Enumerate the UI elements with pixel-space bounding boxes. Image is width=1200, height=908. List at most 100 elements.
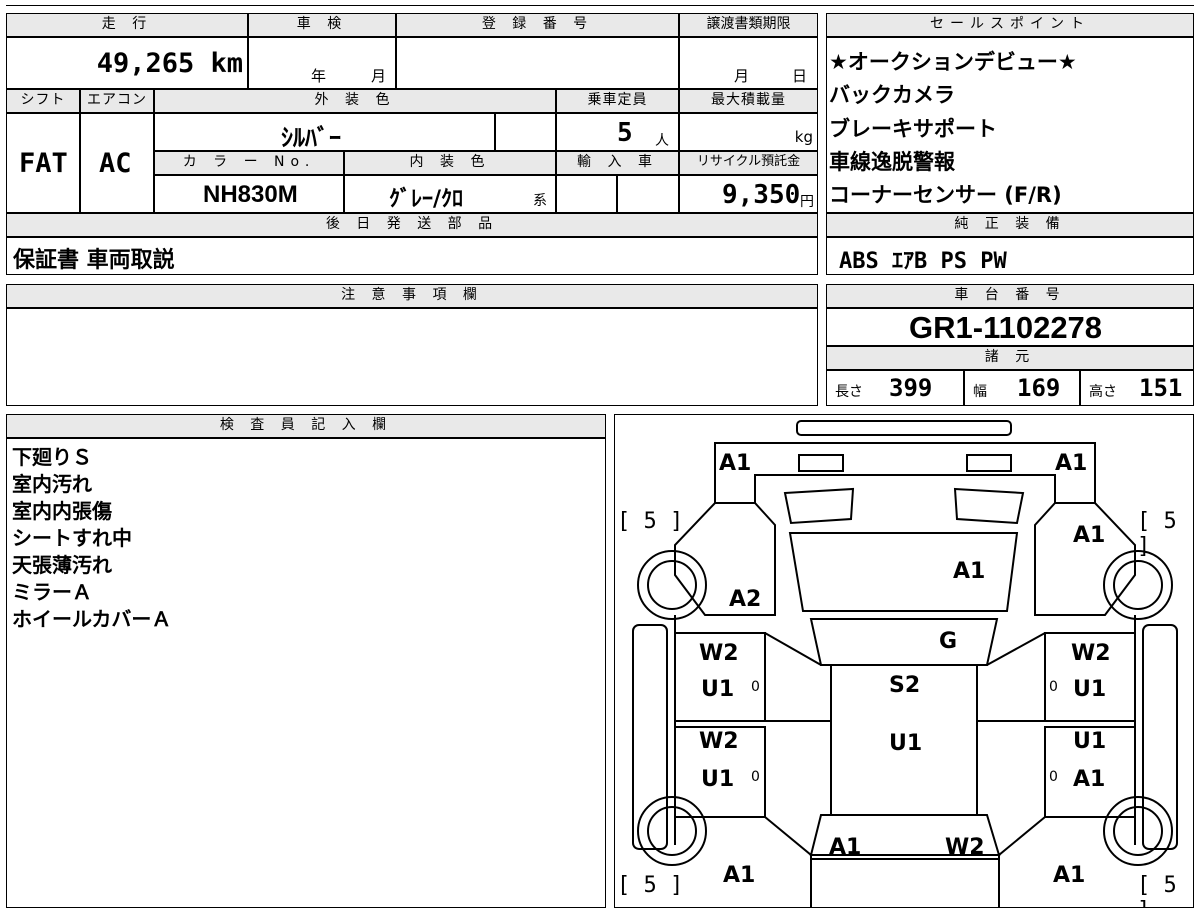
- equipment-header: 純 正 装 備: [826, 213, 1194, 237]
- exterior-color-extra-cell: [495, 113, 556, 151]
- capacity-unit: 人: [655, 133, 669, 149]
- exterior-color-cell: ｼﾙﾊﾞｰ: [154, 113, 495, 152]
- later-parts-value: 保証書 車両取説: [13, 248, 175, 273]
- chassis-header: 車 台 番 号: [826, 284, 1194, 308]
- top-strip: [6, 0, 1194, 6]
- import-cell-2: [617, 175, 679, 213]
- sales-points-box: ★オークションデビュー★ バックカメラ ブレーキサポート 車線逸脱警報 コーナー…: [826, 37, 1194, 213]
- transfer-cell: 月 日: [679, 37, 818, 89]
- recycle-header: リサイクル預託金: [679, 151, 818, 175]
- label-rear-right: W2: [945, 835, 985, 860]
- ac-value: AC: [99, 148, 132, 179]
- sales-point-2: バックカメラ: [829, 83, 955, 107]
- height-value: 151: [1139, 374, 1183, 402]
- transfer-day-label: 日: [792, 67, 808, 85]
- inspector-line-7: ホイールカバーＡ: [12, 607, 172, 631]
- equipment-value: ABS ｴｱB PS PW: [839, 249, 1007, 274]
- length-label: 長さ: [835, 384, 863, 400]
- sales-point-3: ブレーキサポート: [829, 117, 997, 141]
- capacity-cell: 5 人: [556, 113, 679, 151]
- sales-point-5: コーナーセンサー (F/R): [829, 183, 1062, 207]
- import-cell-1: [556, 175, 617, 213]
- label-right-rear-corner: A1: [1053, 863, 1086, 888]
- later-parts-header: 後 日 発 送 部 品: [6, 213, 818, 237]
- label-left-front-door-1: W2: [699, 641, 739, 666]
- inspector-line-3: 室内内張傷: [12, 499, 112, 523]
- recycle-unit: 円: [800, 194, 814, 210]
- tire-front-left-rating: [ 5 ]: [617, 509, 684, 534]
- max-load-unit: kg: [794, 128, 813, 146]
- zero-mark-3: 0: [1049, 679, 1058, 695]
- car-diagram-box: A1 A1 A1 A2 A1 G W2 U1 W2 U1 W2 U1 U1 A1…: [614, 414, 1194, 908]
- inspection-year-label: 年: [311, 67, 327, 85]
- chassis-cell: GR1-1102278: [826, 308, 1194, 346]
- dimensions-header: 諸 元: [826, 346, 1194, 370]
- transfer-month-label: 月: [734, 67, 750, 85]
- exterior-color-value: ｼﾙﾊﾞｰ: [281, 124, 341, 152]
- transfer-deadline-header: 譲渡書類期限: [679, 13, 818, 37]
- inspector-line-4: シートすれ中: [12, 526, 132, 550]
- inspector-box: 下廻りＳ 室内汚れ 室内内張傷 シートすれ中 天張薄汚れ ミラーＡ ホイールカバ…: [6, 438, 606, 908]
- color-no-value: NH830M: [203, 181, 298, 208]
- sales-point-1: ★オークションデビュー★: [829, 50, 1077, 74]
- label-roof-2: U1: [889, 731, 923, 756]
- label-left-front-fender: A2: [729, 587, 762, 612]
- notes-box: [6, 308, 818, 406]
- registration-header: 登 録 番 号: [396, 13, 679, 37]
- shift-header: シフト: [6, 89, 80, 113]
- inspection-header: 車 検: [248, 13, 396, 37]
- width-label: 幅: [973, 384, 987, 400]
- inspection-month-label: 月: [371, 67, 387, 85]
- label-left-front-door-2: U1: [701, 677, 735, 702]
- label-left-rear-corner: A1: [723, 863, 756, 888]
- inspector-line-2: 室内汚れ: [12, 472, 92, 496]
- label-left-rear-door-2: U1: [701, 767, 735, 792]
- width-cell: 幅 169: [964, 370, 1080, 406]
- length-cell: 長さ 399: [826, 370, 964, 406]
- width-value: 169: [1017, 374, 1061, 402]
- label-windshield: G: [939, 629, 958, 654]
- label-hood: A1: [953, 559, 986, 584]
- label-front-right-corner: A1: [1055, 451, 1088, 476]
- notes-header: 注 意 事 項 欄: [6, 284, 818, 308]
- equipment-cell: ABS ｴｱB PS PW: [826, 237, 1194, 275]
- chassis-number: GR1-1102278: [909, 310, 1103, 345]
- shift-cell: FAT: [6, 113, 80, 213]
- label-roof-1: S2: [889, 673, 921, 698]
- label-front-left-corner: A1: [719, 451, 752, 476]
- later-parts-cell: 保証書 車両取説: [6, 237, 818, 275]
- max-load-cell: kg: [679, 113, 818, 151]
- zero-mark-2: 0: [751, 769, 760, 785]
- recycle-cell: 9,350 円: [679, 175, 818, 213]
- label-rear-left: A1: [829, 835, 862, 860]
- inspector-line-6: ミラーＡ: [12, 580, 92, 604]
- label-right-front-door-1: W2: [1071, 641, 1111, 666]
- color-no-cell: NH830M: [154, 175, 344, 213]
- registration-cell: [396, 37, 679, 89]
- zero-mark-1: 0: [751, 679, 760, 695]
- interior-color-cell: ｸﾞﾚｰ/ｸﾛ 系: [344, 175, 556, 213]
- label-right-rear-door-1: U1: [1073, 729, 1107, 754]
- zero-mark-4: 0: [1049, 769, 1058, 785]
- interior-color-value: ｸﾞﾚｰ/ｸﾛ: [389, 187, 464, 212]
- capacity-value: 5: [617, 118, 633, 148]
- tire-rear-right-rating: [ 5 ]: [1137, 873, 1177, 907]
- label-left-rear-door-1: W2: [699, 729, 739, 754]
- height-cell: 高さ 151: [1080, 370, 1194, 406]
- exterior-color-header: 外 装 色: [154, 89, 556, 113]
- inspector-header: 検 査 員 記 入 欄: [6, 414, 606, 438]
- tire-rear-left-rating: [ 5 ]: [617, 873, 684, 898]
- mileage-cell: 49,265 km: [6, 37, 248, 89]
- mileage-header: 走 行: [6, 13, 248, 37]
- shift-value: FAT: [19, 148, 68, 179]
- tire-front-right-rating: [ 5 ]: [1137, 509, 1177, 559]
- interior-color-suffix: 系: [533, 193, 547, 209]
- interior-color-header: 内 装 色: [344, 151, 556, 175]
- inspection-cell: 年 月: [248, 37, 396, 89]
- mileage-value: 49,265 km: [96, 48, 243, 79]
- inspector-line-1: 下廻りＳ: [12, 445, 92, 469]
- import-header: 輸 入 車: [556, 151, 679, 175]
- sales-point-4: 車線逸脱警報: [829, 150, 955, 174]
- capacity-header: 乗車定員: [556, 89, 679, 113]
- inspector-line-5: 天張薄汚れ: [12, 553, 112, 577]
